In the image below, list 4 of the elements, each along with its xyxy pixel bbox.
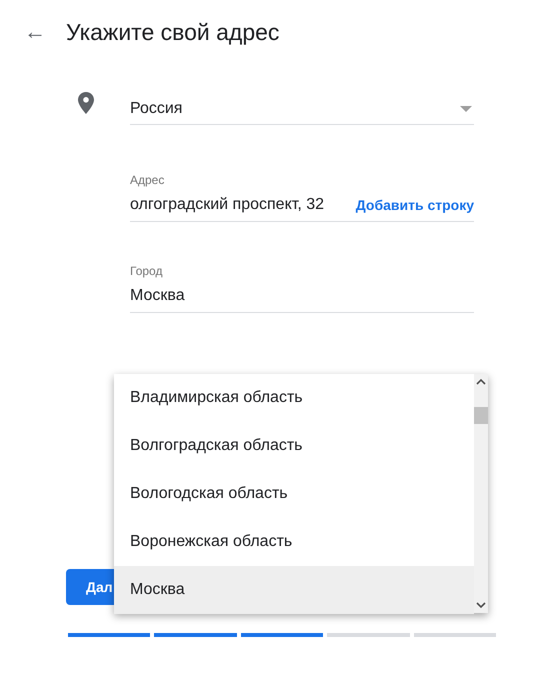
field-label: Город xyxy=(130,264,162,280)
page-title: Укажите свой адрес xyxy=(66,18,280,46)
field-label: Адрес xyxy=(130,173,164,189)
country-value: Россия xyxy=(130,100,184,118)
